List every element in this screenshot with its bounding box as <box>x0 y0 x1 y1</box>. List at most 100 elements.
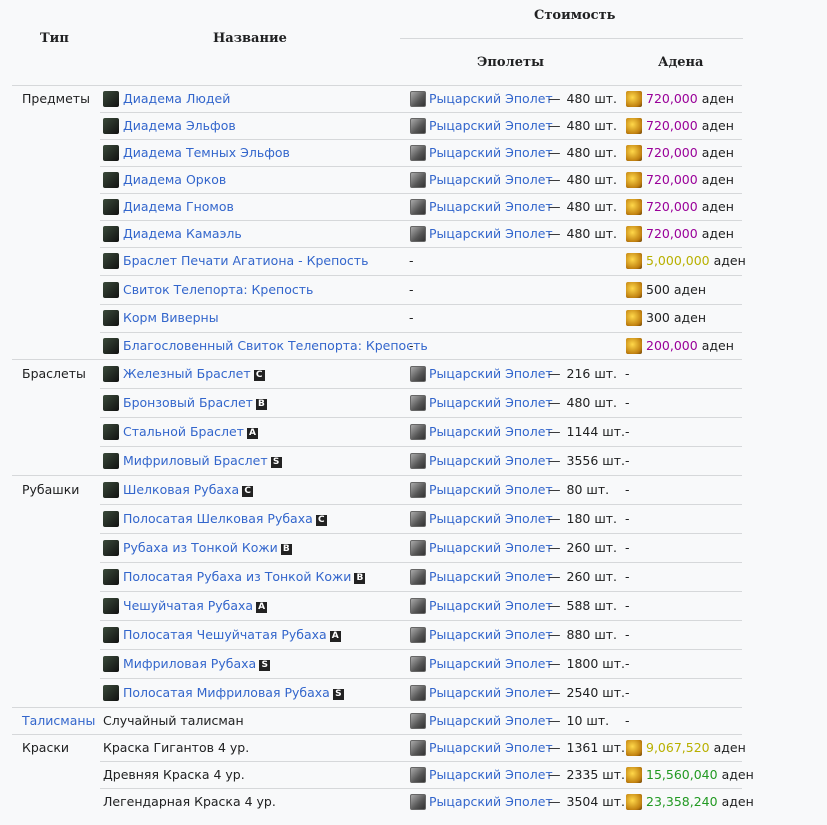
adena-icon <box>626 310 642 326</box>
grade-badge: B <box>280 544 292 555</box>
item-name-text[interactable]: Диадема Темных Эльфов <box>123 145 290 160</box>
adena-unit: 300 аден <box>646 310 706 325</box>
item-name-text[interactable]: Чешуйчатая Рубаха <box>123 598 253 613</box>
item-name-text[interactable]: Диадема Орков <box>123 172 226 187</box>
adena-icon <box>626 253 642 269</box>
epaulet-link[interactable]: Рыцарский Эполет <box>429 118 553 134</box>
adena-empty: - <box>625 453 630 468</box>
adena-value: 720,000 <box>646 91 698 106</box>
item-name[interactable]: Рубаха из Тонкой Кожи B <box>123 540 292 556</box>
epaulet-icon <box>410 540 426 556</box>
item-name-text[interactable]: Железный Браслет <box>123 366 251 381</box>
epaulet-qty: — 480 шт. <box>548 199 617 215</box>
epaulet-link[interactable]: Рыцарский Эполет <box>429 226 553 242</box>
item-name-text[interactable]: Рубаха из Тонкой Кожи <box>123 540 278 555</box>
item-name[interactable]: Шелковая Рубаха C <box>123 482 254 498</box>
item-name-text[interactable]: Браслет Печати Агатиона - Крепость <box>123 253 368 268</box>
adena-empty: - <box>625 569 630 584</box>
epaulet-link[interactable]: Рыцарский Эполет <box>429 713 553 729</box>
adena-value: 15,560,040 <box>646 767 718 782</box>
item-name-text[interactable]: Шелковая Рубаха <box>123 482 239 497</box>
qty-value: 588 шт. <box>566 598 618 613</box>
item-name[interactable]: Полосатая Чешуйчатая Рубаха A <box>123 627 341 643</box>
adena-icon <box>626 172 642 188</box>
item-name-text[interactable]: Мифриловая Рубаха <box>123 656 256 671</box>
row-divider <box>12 85 742 86</box>
epaulet-link[interactable]: Рыцарский Эполет <box>429 482 553 498</box>
item-name[interactable]: Бронзовый Браслет B <box>123 395 267 411</box>
item-name-text[interactable]: Корм Виверны <box>123 310 219 325</box>
item-name-text[interactable]: Благословенный Свиток Телепорта: Крепост… <box>123 338 428 353</box>
adena-empty: - <box>625 656 630 671</box>
epaulet-link[interactable]: Рыцарский Эполет <box>429 424 553 440</box>
epaulet-qty: — 2335 шт. <box>548 767 625 783</box>
item-name-text[interactable]: Полосатая Шелковая Рубаха <box>123 511 313 526</box>
epaulet-qty: — 2540 шт. <box>548 685 625 701</box>
item-name-text[interactable]: Мифриловый Браслет <box>123 453 268 468</box>
epaulet-link[interactable]: Рыцарский Эполет <box>429 366 553 382</box>
item-name[interactable]: Диадема Темных Эльфов <box>123 145 290 161</box>
item-name-text[interactable]: Свиток Телепорта: Крепость <box>123 282 313 297</box>
item-name[interactable]: Благословенный Свиток Телепорта: Крепост… <box>123 338 428 354</box>
item-name[interactable]: Диадема Гномов <box>123 199 234 215</box>
item-name[interactable]: Полосатая Мифриловая Рубаха S <box>123 685 344 701</box>
item-name-text[interactable]: Диадема Гномов <box>123 199 234 214</box>
item-icon <box>103 395 119 411</box>
type-label: Краски <box>22 740 70 755</box>
item-name[interactable]: Диадема Орков <box>123 172 226 188</box>
item-name-text[interactable]: Полосатая Чешуйчатая Рубаха <box>123 627 327 642</box>
epaulet-link[interactable]: Рыцарский Эполет <box>429 453 553 469</box>
row-divider <box>100 788 742 789</box>
epaulet-link[interactable]: Рыцарский Эполет <box>429 767 553 783</box>
type-label[interactable]: Талисманы <box>22 713 95 729</box>
item-name[interactable]: Стальной Браслет A <box>123 424 258 440</box>
epaulet-link[interactable]: Рыцарский Эполет <box>429 569 553 585</box>
item-name-text[interactable]: Стальной Браслет <box>123 424 244 439</box>
epaulet-link[interactable]: Рыцарский Эполет <box>429 685 553 701</box>
item-name[interactable]: Свиток Телепорта: Крепость <box>123 282 313 298</box>
epaulet-link[interactable]: Рыцарский Эполет <box>429 172 553 188</box>
item-name[interactable]: Диадема Камаэль <box>123 226 242 242</box>
item-name[interactable]: Железный Браслет C <box>123 366 265 382</box>
epaulet-link[interactable]: Рыцарский Эполет <box>429 598 553 614</box>
header-name: Название <box>213 31 287 46</box>
item-name-text[interactable]: Полосатая Рубаха из Тонкой Кожи <box>123 569 351 584</box>
epaulet-qty: — 260 шт. <box>548 540 617 556</box>
item-name[interactable]: Диадема Эльфов <box>123 118 236 134</box>
item-name[interactable]: Полосатая Рубаха из Тонкой Кожи B <box>123 569 366 585</box>
item-name[interactable]: Чешуйчатая Рубаха A <box>123 598 268 614</box>
qty-value: 2335 шт. <box>566 767 625 782</box>
epaulet-link[interactable]: Рыцарский Эполет <box>429 627 553 643</box>
adena-value: 23,358,240 <box>646 794 718 809</box>
epaulet-link[interactable]: Рыцарский Эполет <box>429 794 553 810</box>
adena-value: 720,000 <box>646 226 698 241</box>
item-name-text[interactable]: Диадема Эльфов <box>123 118 236 133</box>
epaulet-link[interactable]: Рыцарский Эполет <box>429 511 553 527</box>
epaulet-link[interactable]: Рыцарский Эполет <box>429 91 553 107</box>
adena-icon <box>626 740 642 756</box>
adena-amount: 720,000 аден <box>646 172 734 188</box>
item-name[interactable]: Корм Виверны <box>123 310 219 326</box>
epaulet-link[interactable]: Рыцарский Эполет <box>429 395 553 411</box>
item-icon <box>103 338 119 354</box>
item-name[interactable]: Диадема Людей <box>123 91 230 107</box>
grade-badge: A <box>329 631 341 642</box>
item-name-text[interactable]: Диадема Людей <box>123 91 230 106</box>
item-name-text[interactable]: Бронзовый Браслет <box>123 395 253 410</box>
epaulet-link[interactable]: Рыцарский Эполет <box>429 145 553 161</box>
item-name[interactable]: Мифриловая Рубаха S <box>123 656 271 672</box>
item-name[interactable]: Браслет Печати Агатиона - Крепость <box>123 253 368 269</box>
item-name-text[interactable]: Диадема Камаэль <box>123 226 242 241</box>
adena-icon <box>626 145 642 161</box>
item-name[interactable]: Полосатая Шелковая Рубаха C <box>123 511 327 527</box>
item-name[interactable]: Мифриловый Браслет S <box>123 453 282 469</box>
epaulet-link[interactable]: Рыцарский Эполет <box>429 740 553 756</box>
row-divider <box>100 446 742 447</box>
epaulet-link[interactable]: Рыцарский Эполет <box>429 199 553 215</box>
epaulet-link[interactable]: Рыцарский Эполет <box>429 540 553 556</box>
item-icon <box>103 226 119 242</box>
qty-value: 3504 шт. <box>566 794 625 809</box>
item-name-text[interactable]: Полосатая Мифриловая Рубаха <box>123 685 330 700</box>
adena-empty: - <box>625 424 630 439</box>
epaulet-link[interactable]: Рыцарский Эполет <box>429 656 553 672</box>
